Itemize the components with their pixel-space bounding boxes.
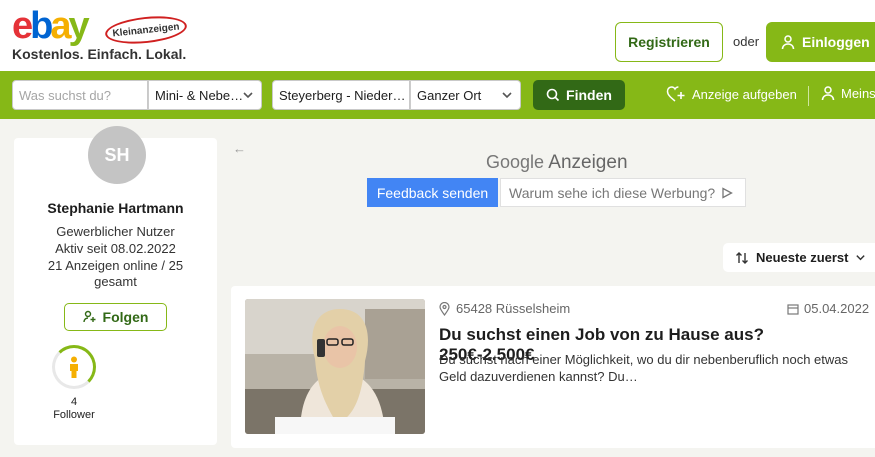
radius-value: Ganzer Ort bbox=[417, 87, 482, 103]
seller-name: Stephanie Hartmann bbox=[47, 200, 184, 216]
search-input[interactable]: Was suchst du? bbox=[12, 80, 148, 110]
my-account-label: Meins bbox=[841, 85, 875, 101]
listing-description: Du suchst nach einer Möglichkeit, wo du … bbox=[439, 352, 849, 384]
find-label: Finden bbox=[566, 87, 612, 103]
user-icon bbox=[780, 34, 796, 50]
ebay-logo-wordmark: ebay bbox=[12, 5, 90, 47]
avatar: SH bbox=[88, 126, 146, 184]
follow-button[interactable]: Folgen bbox=[64, 303, 167, 331]
heart-plus-icon bbox=[666, 85, 686, 103]
follower-label: Follower bbox=[53, 409, 95, 421]
post-ad-label: Anzeige aufgeben bbox=[692, 86, 797, 102]
send-feedback-button[interactable]: Feedback senden bbox=[367, 178, 498, 207]
follow-label: Folgen bbox=[102, 309, 149, 325]
login-label: Einloggen bbox=[802, 34, 870, 50]
back-arrow-icon[interactable]: ← bbox=[233, 141, 246, 156]
google-ads-label: Google Anzeigen bbox=[486, 152, 628, 174]
register-button[interactable]: Registrieren bbox=[615, 22, 723, 62]
why-this-ad-label: Warum sehe ich diese Werbung? bbox=[509, 184, 716, 201]
calendar-icon bbox=[787, 303, 799, 315]
sort-label: Neueste zuerst bbox=[756, 250, 849, 265]
category-select[interactable]: Mini- & Nebe… bbox=[148, 80, 262, 110]
search-icon bbox=[546, 88, 560, 102]
listing-location: 65428 Rüsselsheim bbox=[439, 301, 570, 316]
seller-profile-card: SH Stephanie Hartmann Gewerblicher Nutze… bbox=[14, 126, 217, 445]
or-text: oder bbox=[733, 34, 760, 49]
person-icon bbox=[68, 356, 80, 378]
listing-date: 05.04.2022 bbox=[787, 301, 869, 316]
listing-image[interactable] bbox=[245, 299, 425, 434]
nav-divider bbox=[808, 86, 809, 106]
radius-select[interactable]: Ganzer Ort bbox=[410, 80, 521, 110]
my-account-link[interactable]: Meins bbox=[820, 85, 875, 101]
seller-active-since: Aktiv seit 08.02.2022 bbox=[55, 241, 176, 256]
why-this-ad-button[interactable]: Warum sehe ich diese Werbung? bbox=[500, 178, 746, 207]
listing-location-text: 65428 Rüsselsheim bbox=[456, 301, 571, 316]
chevron-down-icon bbox=[242, 89, 254, 101]
logo-subtitle: Kleinanzeigen bbox=[111, 21, 181, 39]
follow-icon bbox=[82, 310, 97, 324]
header: ebay Kleinanzeigen Kostenlos. Einfach. L… bbox=[0, 0, 875, 71]
login-button[interactable]: Einloggen bbox=[766, 22, 875, 62]
seller-type: Gewerblicher Nutzer bbox=[56, 224, 175, 239]
location-input[interactable]: Steyerberg - Nieder… bbox=[272, 80, 410, 110]
follower-count: 4 bbox=[70, 396, 78, 408]
adchoices-icon bbox=[721, 186, 734, 199]
sort-dropdown[interactable]: Neueste zuerst bbox=[723, 243, 875, 272]
chevron-down-icon bbox=[855, 252, 866, 263]
listing-card[interactable]: 65428 Rüsselsheim 05.04.2022 Du suchst e… bbox=[231, 286, 875, 448]
listing-date-text: 05.04.2022 bbox=[804, 301, 870, 316]
post-ad-link[interactable]: Anzeige aufgeben bbox=[666, 85, 797, 103]
user-icon bbox=[820, 85, 836, 101]
category-value: Mini- & Nebe… bbox=[155, 87, 244, 103]
tagline: Kostenlos. Einfach. Lokal. bbox=[12, 46, 187, 62]
search-bar: Was suchst du? Mini- & Nebe… Steyerberg … bbox=[0, 71, 875, 119]
seller-ads-count: 21 Anzeigen online / 25 bbox=[47, 258, 184, 273]
sort-icon bbox=[735, 251, 749, 265]
find-button[interactable]: Finden bbox=[533, 80, 625, 110]
seller-ads-total: gesamt bbox=[94, 274, 137, 289]
follower-badge bbox=[52, 345, 96, 389]
google-word: Google bbox=[486, 152, 545, 172]
location-pin-icon bbox=[439, 301, 450, 316]
site-logo[interactable]: ebay Kleinanzeigen Kostenlos. Einfach. L… bbox=[12, 6, 192, 62]
chevron-down-icon bbox=[501, 89, 513, 101]
kleinanzeigen-logo-badge: Kleinanzeigen bbox=[103, 12, 189, 48]
ads-word: Anzeigen bbox=[548, 152, 628, 173]
